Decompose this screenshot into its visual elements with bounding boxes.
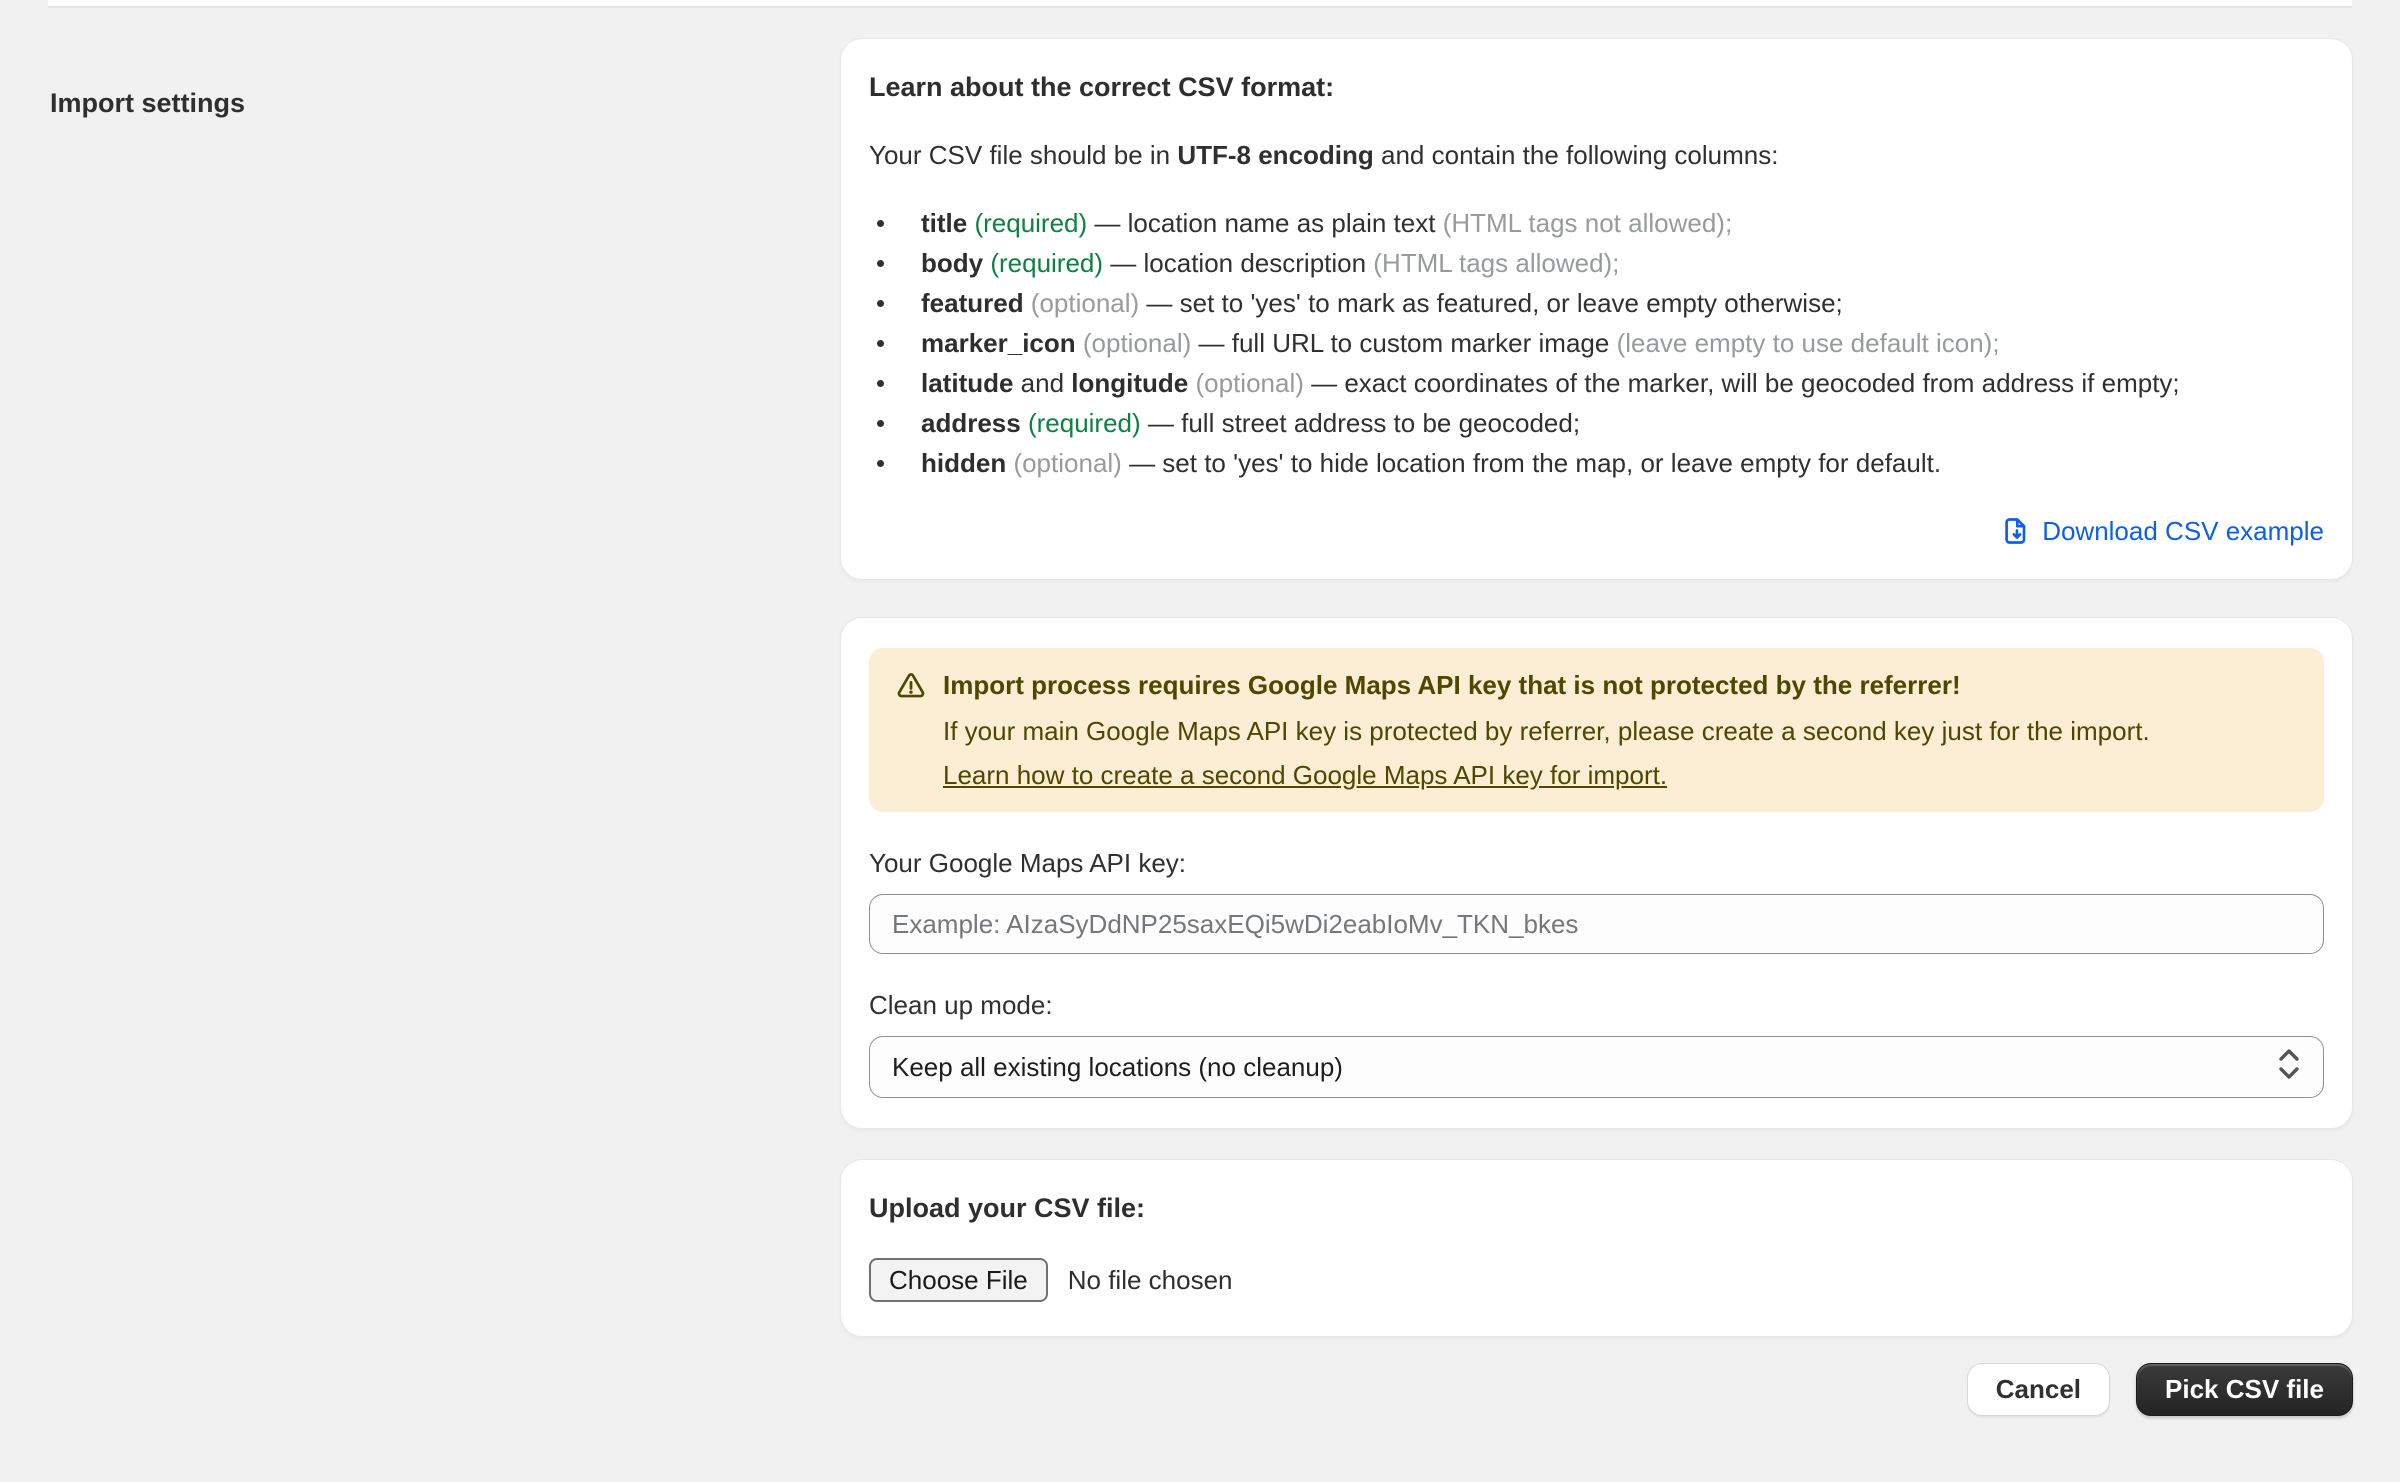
api-key-input[interactable] (869, 894, 2324, 954)
column-desc: — set to 'yes' to mark as featured, or l… (1139, 288, 1843, 318)
cleanup-mode-label: Clean up mode: (869, 988, 2324, 1022)
download-link-row: Download CSV example (869, 513, 2324, 549)
import-settings-card: Import process requires Google Maps API … (840, 617, 2353, 1129)
api-key-label: Your Google Maps API key: (869, 846, 2324, 880)
column-tail: (leave empty to use default icon); (1617, 328, 2000, 358)
updown-chevron-icon (2275, 1042, 2303, 1093)
column-status: (required) (967, 208, 1087, 238)
column-term: title (921, 208, 967, 238)
warning-banner: Import process requires Google Maps API … (869, 648, 2324, 812)
csv-column-item-hidden: hidden (optional) — set to 'yes' to hide… (869, 443, 2324, 483)
warning-learn-more-link[interactable]: Learn how to create a second Google Maps… (943, 758, 1667, 792)
column-term: marker_icon (921, 328, 1076, 358)
column-term-2: longitude (1071, 368, 1188, 398)
csv-column-item-marker-icon: marker_icon (optional) — full URL to cus… (869, 323, 2324, 363)
column-desc: — exact coordinates of the marker, will … (1304, 368, 2180, 398)
csv-intro: Your CSV file should be in UTF-8 encodin… (869, 137, 2324, 173)
top-divider-bar (48, 0, 2352, 8)
column-desc: — location description (1103, 248, 1373, 278)
footer-actions: Cancel Pick CSV file (840, 1363, 2353, 1416)
warning-banner-text: Import process requires Google Maps API … (943, 668, 2150, 792)
warning-heading: Import process requires Google Maps API … (943, 668, 2150, 702)
column-status: (optional) (1076, 328, 1192, 358)
column-status: (required) (1021, 408, 1141, 438)
column-tail: (HTML tags not allowed); (1443, 208, 1732, 238)
column-desc: — set to 'yes' to hide location from the… (1122, 448, 1941, 478)
column-term: body (921, 248, 983, 278)
csv-format-card: Learn about the correct CSV format: Your… (840, 38, 2353, 580)
csv-column-item-title: title (required) — location name as plai… (869, 203, 2324, 243)
file-input-row: Choose File No file chosen (869, 1258, 2324, 1302)
column-term: featured (921, 288, 1024, 318)
column-desc: — full URL to custom marker image (1191, 328, 1616, 358)
column-status: (optional) (1006, 448, 1122, 478)
column-desc: — location name as plain text (1087, 208, 1443, 238)
column-desc: — full street address to be geocoded; (1141, 408, 1580, 438)
cleanup-mode-select[interactable]: Keep all existing locations (no cleanup) (869, 1036, 2324, 1098)
upload-card: Upload your CSV file: Choose File No fil… (840, 1159, 2353, 1337)
column-status: (required) (983, 248, 1103, 278)
choose-file-button[interactable]: Choose File (869, 1258, 1048, 1302)
column-tail: (HTML tags allowed); (1373, 248, 1619, 278)
file-chosen-status: No file chosen (1068, 1265, 1233, 1296)
main-content: Learn about the correct CSV format: Your… (840, 38, 2353, 1416)
column-term: hidden (921, 448, 1006, 478)
csv-intro-post: and contain the following columns: (1374, 140, 1779, 170)
csv-intro-encoding: UTF-8 encoding (1177, 140, 1373, 170)
csv-intro-pre: Your CSV file should be in (869, 140, 1177, 170)
csv-format-heading: Learn about the correct CSV format: (869, 69, 2324, 105)
csv-column-item-address: address (required) — full street address… (869, 403, 2324, 443)
warning-body: If your main Google Maps API key is prot… (943, 714, 2150, 748)
page-title: Import settings (50, 88, 245, 118)
download-csv-label: Download CSV example (2042, 513, 2324, 549)
alert-triangle-icon (895, 670, 927, 707)
csv-columns-list: title (required) — location name as plai… (869, 203, 2324, 483)
csv-column-item-lat-lng: latitude and longitude (optional) — exac… (869, 363, 2324, 403)
csv-column-item-body: body (required) — location description (… (869, 243, 2324, 283)
file-download-icon (2000, 515, 2032, 547)
column-term: latitude (921, 368, 1013, 398)
column-status: (optional) (1024, 288, 1140, 318)
cancel-button[interactable]: Cancel (1967, 1363, 2110, 1416)
pick-csv-file-button[interactable]: Pick CSV file (2136, 1363, 2353, 1416)
upload-heading: Upload your CSV file: (869, 1190, 2324, 1226)
column-join: and (1013, 368, 1071, 398)
download-csv-link[interactable]: Download CSV example (2000, 513, 2324, 549)
column-status: (optional) (1188, 368, 1304, 398)
column-term: address (921, 408, 1021, 438)
csv-column-item-featured: featured (optional) — set to 'yes' to ma… (869, 283, 2324, 323)
cleanup-selected-value: Keep all existing locations (no cleanup) (892, 1052, 1343, 1083)
